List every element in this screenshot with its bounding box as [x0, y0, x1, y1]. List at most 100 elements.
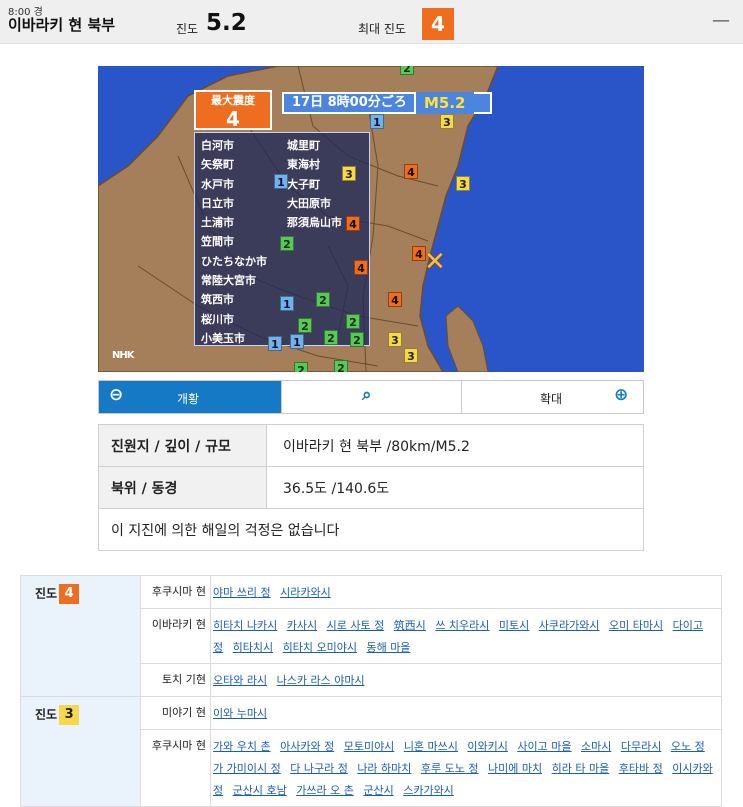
map-city-label: ひたちなか市 — [201, 254, 267, 268]
tsunami-note: 이 지진에 의한 해일의 걱정은 없습니다 — [98, 508, 644, 551]
city-link[interactable]: 가 가미이시 정 — [213, 762, 281, 775]
intensity-marker: 1 — [274, 174, 288, 189]
earthquake-info-table: 진원지 / 깊이 / 규모 이바라키 현 북부 /80km/M5.2 북위 / … — [98, 424, 644, 551]
intensity-badge: 4 — [59, 584, 80, 604]
prefecture-label: 토치 기현 — [140, 663, 211, 697]
city-link[interactable]: 모토미야시 — [344, 740, 395, 753]
map-city-label: 白河市 — [201, 139, 234, 152]
collapse-button[interactable]: — — [712, 10, 730, 31]
coord-value: 36.5도 /140.6도 — [266, 466, 644, 509]
city-links: 오타와 라시 나스카 라스 야마시 — [210, 663, 722, 697]
city-link[interactable]: 카사시 — [287, 619, 317, 632]
city-link[interactable]: 후루 도노 정 — [421, 762, 479, 775]
city-link[interactable]: 오타와 라시 — [213, 674, 267, 687]
city-links: 히타치 나카시 카사시 시로 사토 정 筑西시 쓰 치우라시 미토시 사쿠라가와… — [210, 608, 722, 664]
map-city-label: 土浦市 — [201, 216, 234, 230]
prefecture-label: 이바라키 현 — [140, 608, 211, 664]
banner-title: 最大震度 — [211, 94, 255, 107]
city-link[interactable]: 스카가와시 — [403, 784, 454, 797]
city-link[interactable]: 사이고 마을 — [517, 740, 571, 753]
city-link[interactable]: 소마시 — [581, 740, 611, 753]
city-link[interactable]: 오미 타마시 — [609, 619, 663, 632]
intensity-marker: 1 — [370, 114, 384, 129]
zoom-out-icon: ⊖ — [109, 385, 124, 405]
city-link[interactable]: 후타바 정 — [619, 762, 663, 775]
city-link[interactable]: 군산시 — [363, 784, 393, 797]
city-link[interactable]: 히타치 나카시 — [213, 619, 277, 632]
map-city-label: 日立市 — [201, 196, 234, 210]
city-link[interactable]: 히타치 오미야시 — [283, 641, 357, 654]
intensity-badge: 3 — [59, 705, 80, 725]
overview-label: 개황 — [177, 392, 200, 406]
city-link[interactable]: 가와 우치 촌 — [213, 740, 271, 753]
max-intensity-label: 최대 진도 — [358, 22, 406, 36]
intensity-marker: 2 — [294, 362, 308, 372]
city-link[interactable]: 히라 타 마을 — [552, 762, 610, 775]
city-link[interactable]: 시라카와시 — [280, 586, 331, 599]
overview-button[interactable]: ⊖ 개황 — [99, 381, 281, 413]
city-links: 야마 쓰리 정 시라카와시 — [210, 575, 722, 609]
banner-magnitude: M5.2 — [414, 92, 474, 114]
city-link[interactable]: 筑西시 — [394, 619, 426, 632]
magnitude-value: 5.2 — [206, 10, 247, 36]
event-banner: 17日 8時00分ごろ M5.2 — [282, 92, 492, 114]
intensity-marker: 4 — [404, 164, 418, 179]
intensity-marker: 3 — [342, 166, 356, 181]
city-link[interactable]: 쓰 치우라시 — [435, 619, 489, 632]
intensity-marker: 3 — [404, 348, 418, 363]
intensity-marker: 2 — [280, 236, 294, 251]
zoom-label: 확대 — [540, 392, 563, 406]
city-link[interactable]: 오노 정 — [671, 740, 705, 753]
zoom-in-button[interactable]: 확대 ⊕ — [462, 381, 643, 413]
search-button[interactable]: ⌕ — [281, 381, 462, 413]
prefecture-label: 후쿠시마 현 — [140, 729, 211, 807]
city-link[interactable]: 아사카와 정 — [280, 740, 334, 753]
epicenter-value: 이바라키 현 북부 /80km/M5.2 — [266, 424, 644, 467]
intensity-marker: 2 — [316, 292, 330, 307]
intensity-marker: 3 — [388, 332, 402, 347]
city-column-left: 白河市 矢祭町 水戸市 日立市 土浦市 笠間市 ひたちなか市 常陸大宮市 筑西市 桜川市 小美玉市 — [201, 136, 267, 348]
intensity-level-cell: 진도 4 — [20, 575, 141, 697]
city-column-right: 城里町 東海村 大子町 大田原市 那須烏山市 — [287, 136, 342, 232]
map-city-label: 那須烏山市 — [287, 216, 342, 230]
city-link[interactable]: 나미에 마치 — [488, 762, 542, 775]
intensity-map: 最大震度 4 17日 8時00分ごろ M5.2 白河市 矢祭町 水戸市 日立市 土浦市笠… — [98, 66, 644, 372]
intensity-marker: 4 — [354, 260, 368, 275]
city-link[interactable]: 나라 하마치 — [357, 762, 411, 775]
city-link[interactable]: 나스카 라스 야마시 — [277, 674, 365, 687]
city-link[interactable]: 이와키시 — [467, 740, 507, 753]
search-icon: ⌕ — [362, 385, 372, 405]
coord-label: 북위 / 동경 — [98, 466, 267, 509]
intensity-level-label: 진도 — [35, 586, 58, 601]
city-link[interactable]: 가쓰라 오 촌 — [296, 784, 354, 797]
epicenter-label: 진원지 / 깊이 / 규모 — [98, 424, 267, 467]
map-city-label: 東海村 — [287, 158, 320, 172]
intensity-marker: 2 — [334, 360, 348, 372]
map-city-label: 筑西市 — [201, 293, 234, 307]
nhk-logo: NHK — [112, 350, 134, 361]
intensity-marker: 3 — [456, 176, 470, 191]
banner-time: 17日 8時00分ごろ — [292, 95, 407, 110]
intensity-marker: 2 — [324, 330, 338, 345]
intensity-marker: 1 — [290, 334, 304, 349]
city-link[interactable]: 사쿠라가와시 — [539, 619, 600, 632]
city-link[interactable]: 동해 마을 — [366, 641, 410, 654]
max-intensity-banner: 最大震度 4 — [194, 90, 272, 130]
city-link[interactable]: 다 나구라 정 — [290, 762, 348, 775]
city-link[interactable]: 이와 누마시 — [213, 707, 267, 720]
city-link[interactable]: 미토시 — [499, 619, 529, 632]
max-intensity-badge: 4 — [422, 8, 454, 40]
intensity-row: 진도 4 후쿠시마 현 야마 쓰리 정 시라카와시 — [20, 575, 722, 697]
zoom-control: ⊖ 개황 ⌕ 확대 ⊕ — [98, 380, 644, 414]
city-link[interactable]: 시로 사토 정 — [327, 619, 385, 632]
city-link[interactable]: 히타치시 — [233, 641, 273, 654]
intensity-row: 진도 3 미야기 현 이와 누마시 — [20, 696, 722, 807]
city-links: 이와 누마시 — [210, 696, 722, 730]
city-link[interactable]: 다무라시 — [621, 740, 661, 753]
map-city-label: 笠間市 — [201, 235, 234, 249]
intensity-list-table: 진도 4 후쿠시마 현 야마 쓰리 정 시라카와시 이바라키 현 히타치 나카시 카사시… — [20, 575, 722, 807]
city-link[interactable]: 니혼 마쓰시 — [404, 740, 458, 753]
map-city-label: 水戸市 — [201, 177, 234, 191]
city-link[interactable]: 야마 쓰리 정 — [213, 586, 271, 599]
city-link[interactable]: 군산시 호남 — [233, 784, 287, 797]
